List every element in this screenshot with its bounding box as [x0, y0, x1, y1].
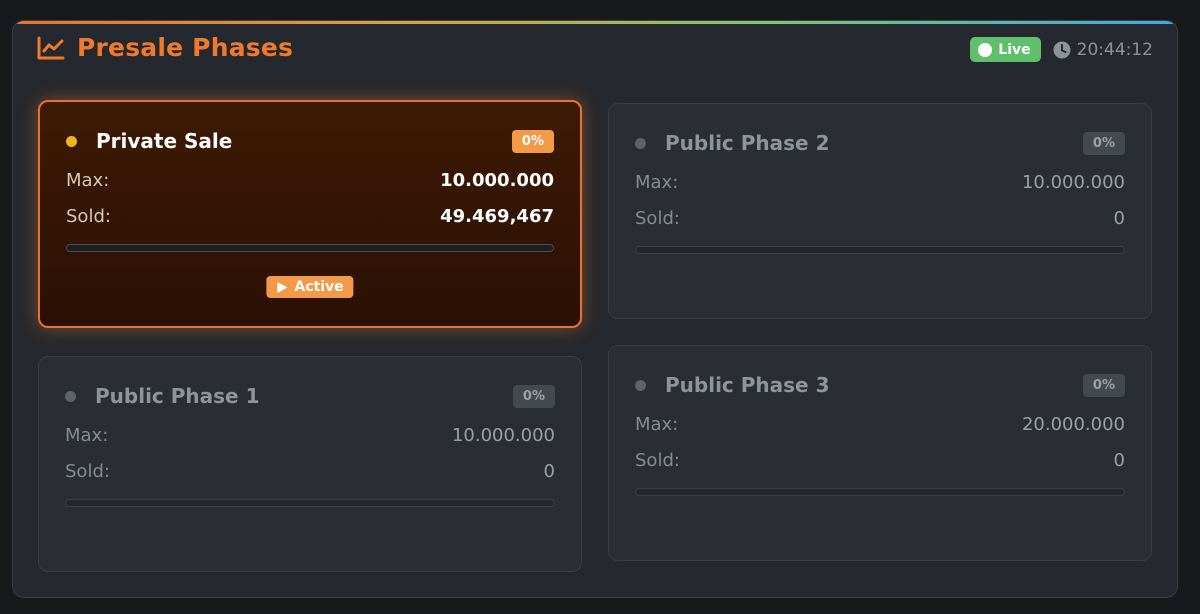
trending-chart-icon [37, 36, 65, 60]
sold-label: Sold: [635, 208, 680, 229]
max-row: Max: 10.000.000 [65, 425, 555, 446]
phase-card-public-phase-3[interactable]: Public Phase 3 0% Max: 20.000.000 Sold: … [608, 345, 1152, 561]
sold-row: Sold: 0 [635, 450, 1125, 471]
sold-row: Sold: 49.469,467 [66, 206, 554, 227]
clock-time: 20:44:12 [1076, 39, 1153, 60]
percent-badge: 0% [511, 129, 554, 153]
status-label: Active [294, 279, 344, 295]
max-value: 10.000.000 [440, 170, 554, 191]
presale-phases-panel: Presale Phases Live 20:44:12 Private Sal… [12, 20, 1178, 598]
max-row: Max: 10.000.000 [635, 172, 1125, 193]
percent-badge: 0% [1082, 373, 1125, 397]
max-value: 10.000.000 [451, 425, 555, 446]
sold-value: 0 [1113, 450, 1125, 471]
sold-row: Sold: 0 [635, 208, 1125, 229]
percent-badge: 0% [1082, 131, 1125, 155]
progress-bar [635, 488, 1125, 496]
header-status: Live 20:44:12 [970, 37, 1153, 62]
progress-bar [66, 244, 554, 252]
max-value: 10.000.000 [1021, 172, 1125, 193]
phase-status-dot [66, 135, 77, 147]
page-title: Presale Phases [77, 33, 294, 62]
sold-value: 0 [543, 461, 555, 482]
phase-status-dot [635, 379, 646, 391]
max-value: 20.000.000 [1021, 414, 1125, 435]
percent-badge: 0% [512, 384, 555, 408]
sold-row: Sold: 0 [65, 461, 555, 482]
phase-card-private-sale[interactable]: Private Sale 0% Max: 10.000.000 Sold: 49… [38, 100, 582, 328]
panel-header: Presale Phases [37, 33, 293, 62]
max-label: Max: [635, 414, 679, 435]
sold-value: 0 [1113, 208, 1125, 229]
sold-label: Sold: [635, 450, 680, 471]
phase-card-header: Private Sale 0% [66, 126, 554, 156]
live-indicator-icon [978, 42, 993, 57]
active-status-badge: Active [266, 276, 354, 298]
gradient-accent-bar [13, 21, 1177, 24]
live-badge: Live [970, 37, 1041, 62]
phase-name: Public Phase 1 [95, 384, 260, 408]
max-row: Max: 10.000.000 [66, 170, 554, 191]
max-label: Max: [635, 172, 679, 193]
max-row: Max: 20.000.000 [635, 414, 1125, 435]
progress-bar [65, 499, 555, 507]
phase-name: Public Phase 2 [665, 131, 830, 155]
sold-value: 49.469,467 [440, 206, 554, 227]
phase-card-public-phase-2[interactable]: Public Phase 2 0% Max: 10.000.000 Sold: … [608, 103, 1152, 319]
progress-bar [635, 246, 1125, 254]
live-label: Live [998, 41, 1031, 58]
phase-card-header: Public Phase 2 0% [635, 128, 1125, 158]
phase-card-header: Public Phase 3 0% [635, 370, 1125, 400]
phase-status-dot [65, 390, 76, 402]
clock: 20:44:12 [1053, 40, 1153, 60]
max-label: Max: [65, 425, 109, 446]
sold-label: Sold: [66, 206, 111, 227]
play-icon [276, 281, 288, 294]
phase-status-dot [635, 137, 646, 149]
max-label: Max: [66, 170, 110, 191]
phase-card-header: Public Phase 1 0% [65, 381, 555, 411]
sold-label: Sold: [65, 461, 110, 482]
phase-card-public-phase-1[interactable]: Public Phase 1 0% Max: 10.000.000 Sold: … [38, 356, 582, 572]
clock-icon [1053, 41, 1071, 59]
phase-name: Private Sale [96, 129, 233, 153]
phase-name: Public Phase 3 [665, 373, 830, 397]
